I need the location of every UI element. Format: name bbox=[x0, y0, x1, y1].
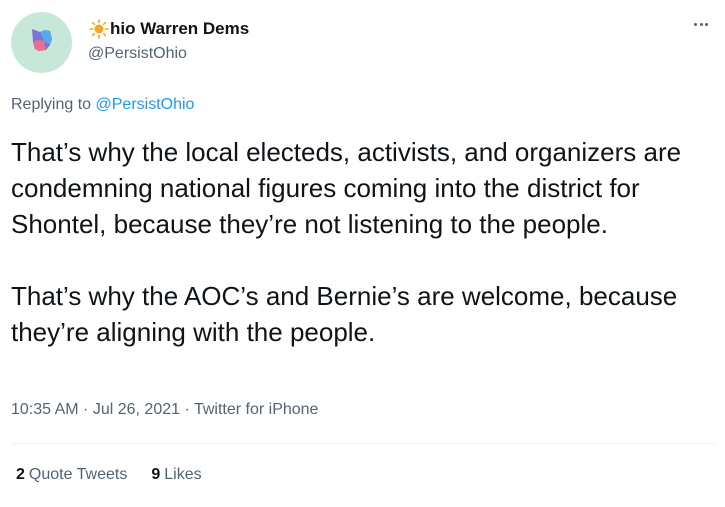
display-name-text: hio Warren Dems bbox=[110, 19, 250, 38]
meta-separator: · bbox=[78, 401, 93, 418]
quote-label: Quote Tweets bbox=[28, 466, 128, 483]
tweet-paragraph: That’s why the local electeds, activists… bbox=[11, 137, 682, 239]
likes-count: 9 bbox=[151, 466, 161, 483]
tweet-text: That’s why the local electeds, activists… bbox=[11, 134, 716, 350]
tweet-header: hio Warren Dems @PersistOhio bbox=[11, 12, 715, 74]
quote-count: 2 bbox=[16, 466, 25, 483]
tweet-time[interactable]: 10:35 AM bbox=[11, 401, 79, 418]
likes-stat[interactable]: 9 Likes bbox=[151, 466, 201, 484]
likes-label: Likes bbox=[164, 466, 202, 483]
replying-to: Replying to @PersistOhio bbox=[11, 96, 194, 114]
tweet-source[interactable]: Twitter for iPhone bbox=[194, 401, 319, 418]
reply-target-link[interactable]: @PersistOhio bbox=[96, 96, 195, 113]
replying-to-label: Replying to bbox=[11, 96, 96, 113]
divider bbox=[11, 443, 716, 444]
avatar[interactable] bbox=[11, 12, 72, 73]
sun-icon bbox=[88, 18, 110, 40]
tweet-meta: 10:35 AM · Jul 26, 2021 · Twitter for iP… bbox=[11, 401, 318, 419]
tweet-paragraph: That’s why the AOC’s and Bernie’s are we… bbox=[11, 281, 678, 347]
more-options-icon[interactable] bbox=[689, 14, 713, 34]
tweet-date[interactable]: Jul 26, 2021 bbox=[93, 401, 180, 418]
tweet-stats: 2 Quote Tweets 9 Likes bbox=[16, 466, 226, 484]
display-name[interactable]: hio Warren Dems bbox=[88, 18, 249, 40]
user-handle[interactable]: @PersistOhio bbox=[88, 43, 249, 65]
quote-tweets-stat[interactable]: 2 Quote Tweets bbox=[16, 466, 127, 484]
ohio-map-icon bbox=[28, 26, 56, 59]
meta-separator: · bbox=[180, 401, 194, 418]
